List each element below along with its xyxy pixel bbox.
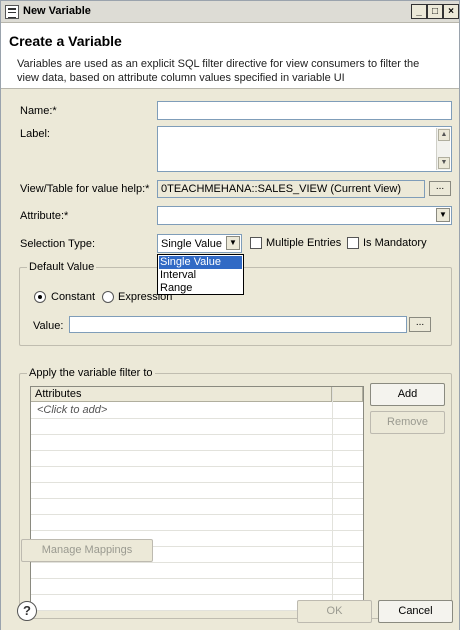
selection-type-dropdown-list: Single Value Interval Range [157, 254, 244, 295]
multiple-entries-checkbox[interactable] [250, 237, 262, 249]
title-bar: New Variable _ □ × [1, 1, 459, 23]
view-table-field: 0TEACHMEHANA::SALES_VIEW (Current View) [157, 180, 425, 198]
table-row[interactable] [31, 515, 363, 531]
cancel-button[interactable]: Cancel [378, 600, 453, 623]
label-textarea[interactable]: ▲ ▼ [157, 126, 452, 172]
attributes-table: Attributes <Click to add> [30, 386, 364, 611]
selection-type-select[interactable]: Single Value ▼ [157, 234, 242, 253]
page-description: Variables are used as an explicit SQL fi… [17, 58, 420, 84]
close-button[interactable]: × [443, 4, 459, 19]
minimize-button[interactable]: _ [411, 4, 427, 19]
default-value-group-title: Default Value [27, 261, 97, 273]
table-row[interactable] [31, 499, 363, 515]
remove-button[interactable]: Remove [370, 411, 445, 434]
column-header-extra[interactable] [332, 387, 363, 402]
column-header-attributes[interactable]: Attributes [31, 387, 332, 402]
name-input[interactable] [157, 101, 452, 120]
window-title: New Variable [23, 5, 91, 17]
view-table-label: View/Table for value help:* [20, 183, 150, 195]
table-row[interactable] [31, 579, 363, 595]
selection-type-chevron-down-icon[interactable]: ▼ [226, 236, 240, 250]
table-row[interactable] [31, 467, 363, 483]
selection-type-label: Selection Type: [20, 238, 96, 250]
manage-mappings-button[interactable]: Manage Mappings [21, 539, 153, 562]
scroll-down-icon[interactable]: ▼ [438, 157, 450, 169]
constant-radio[interactable] [34, 291, 46, 303]
label-scrollbar[interactable]: ▲ ▼ [436, 128, 450, 170]
view-table-value: 0TEACHMEHANA::SALES_VIEW (Current View) [161, 183, 402, 195]
is-mandatory-label: Is Mandatory [363, 237, 427, 249]
default-value-browse-button[interactable]: ... [409, 317, 431, 332]
attribute-select[interactable]: ▼ [157, 206, 452, 225]
dialog-content: Name:* Label: ▲ ▼ View/Table for value h… [1, 90, 459, 630]
window-icon [5, 5, 19, 19]
dropdown-option-interval[interactable]: Interval [159, 269, 242, 282]
scroll-up-icon[interactable]: ▲ [438, 129, 450, 141]
help-icon[interactable]: ? [17, 601, 37, 621]
constant-label: Constant [51, 291, 96, 303]
table-row[interactable] [31, 483, 363, 499]
table-row[interactable] [31, 451, 363, 467]
page-title: Create a Variable [9, 33, 122, 49]
attribute-chevron-down-icon[interactable]: ▼ [436, 208, 450, 222]
dropdown-option-single-value[interactable]: Single Value [159, 256, 242, 269]
table-row[interactable] [31, 419, 363, 435]
table-row[interactable] [31, 435, 363, 451]
new-variable-dialog: New Variable _ □ × Create a Variable Var… [0, 0, 460, 630]
attribute-label: Attribute:* [20, 210, 69, 222]
view-table-browse-button[interactable]: ... [429, 181, 451, 196]
table-row[interactable] [31, 563, 363, 579]
default-value-input[interactable] [69, 316, 407, 333]
click-to-add-placeholder[interactable]: <Click to add> [37, 404, 107, 416]
is-mandatory-checkbox[interactable] [347, 237, 359, 249]
value-label: Value: [33, 320, 64, 332]
add-button[interactable]: Add [370, 383, 445, 406]
expression-radio[interactable] [102, 291, 114, 303]
maximize-button[interactable]: □ [427, 4, 443, 19]
label-label: Label: [20, 128, 50, 140]
dialog-header: Create a Variable Variables are used as … [1, 23, 459, 89]
multiple-entries-label: Multiple Entries [266, 237, 342, 249]
selection-type-value: Single Value [161, 238, 222, 250]
dropdown-option-range[interactable]: Range [159, 282, 242, 295]
table-row[interactable]: <Click to add> [31, 403, 363, 419]
name-label: Name:* [20, 105, 57, 117]
filter-group-title: Apply the variable filter to [27, 367, 155, 379]
ok-button[interactable]: OK [297, 600, 372, 623]
